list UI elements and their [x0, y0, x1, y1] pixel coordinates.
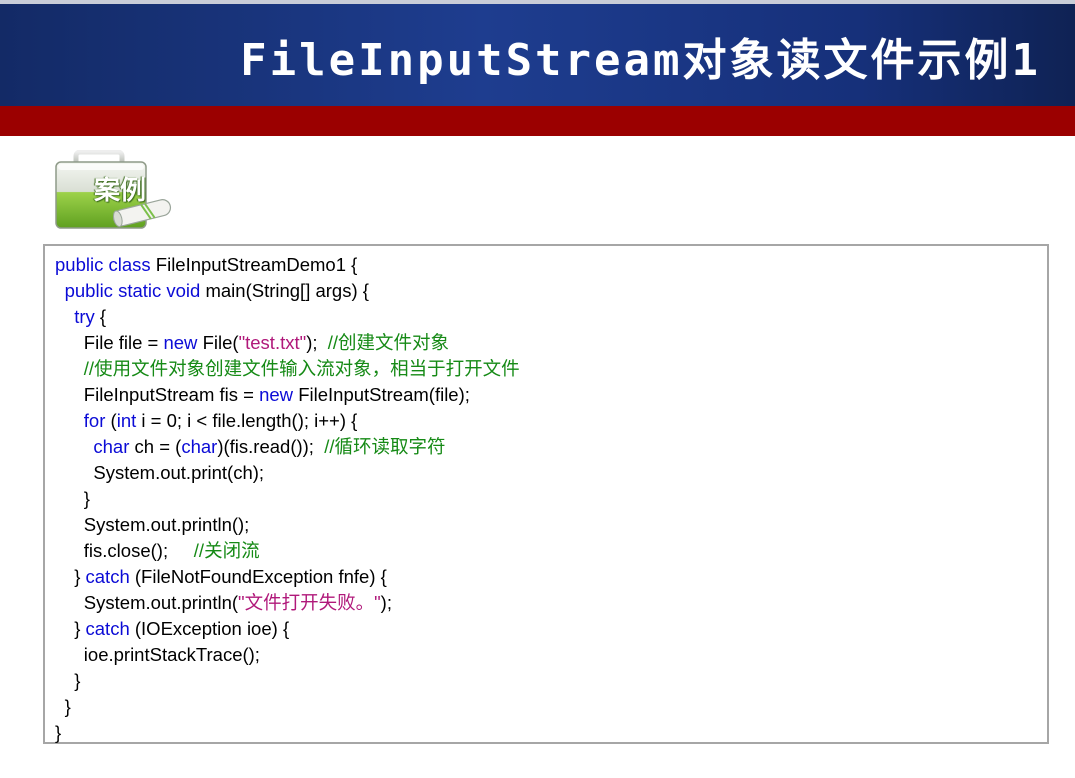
code-token-comment: //循环读取字符 — [324, 436, 446, 457]
case-badge-label: 案例 — [94, 176, 147, 206]
red-band — [0, 106, 1075, 136]
slide: FileInputStream对象读文件示例1 案例 public class … — [0, 0, 1075, 778]
code-line: } catch (FileNotFoundException fnfe) { — [55, 564, 520, 590]
code-token-plain: } — [74, 618, 86, 639]
code-line: //使用文件对象创建文件输入流对象，相当于打开文件 — [55, 356, 520, 382]
code-token-comment: //使用文件对象创建文件输入流对象，相当于打开文件 — [83, 358, 520, 379]
code-token-keyword: for — [83, 410, 106, 431]
code-token-plain: (FileNotFoundException fnfe) { — [129, 566, 387, 587]
code-token-plain: i = 0; i < file.length(); i++) { — [136, 410, 358, 431]
code-token-keyword: public class — [55, 254, 151, 275]
code-token-plain: System.out.print(ch); — [93, 462, 265, 483]
code-token-plain: main(String[] args) { — [200, 280, 369, 301]
code-token-comment: //创建文件对象 — [327, 332, 450, 353]
code-token-plain: System.out.println(); — [83, 514, 250, 535]
code-line: try { — [55, 304, 520, 330]
code-token-plain: } — [74, 670, 81, 691]
code-token-plain: FileInputStream(file); — [293, 384, 470, 405]
code-token-keyword: try — [74, 306, 95, 327]
code-token-string: "test.txt" — [238, 332, 307, 353]
code-line: ioe.printStackTrace(); — [55, 642, 520, 668]
code-token-keyword: catch — [85, 566, 130, 587]
code-line: char ch = (char)(fis.read()); //循环读取字符 — [55, 434, 520, 460]
code-line: fis.close(); //关闭流 — [55, 538, 520, 564]
code-line: for (int i = 0; i < file.length(); i++) … — [55, 408, 520, 434]
code-token-plain: ch = ( — [129, 436, 182, 457]
code-line: } — [55, 694, 520, 720]
code-token-keyword: catch — [85, 618, 130, 639]
code-line: } — [55, 668, 520, 694]
code-token-plain: ioe.printStackTrace(); — [83, 644, 260, 665]
title-bar: FileInputStream对象读文件示例1 — [0, 0, 1075, 106]
code-token-keyword: char — [93, 436, 130, 457]
code-line: } catch (IOException ioe) { — [55, 616, 520, 642]
code-token-plain: fis.close(); — [83, 540, 194, 561]
code-line: System.out.print(ch); — [55, 460, 520, 486]
code-token-keyword: public static void — [64, 280, 201, 301]
code-line: } — [55, 720, 520, 746]
code-token-keyword: new — [163, 332, 198, 353]
code-token-plain: FileInputStreamDemo1 { — [150, 254, 358, 275]
code-token-string: "文件打开失败。" — [238, 592, 381, 613]
code-token-plain: File( — [197, 332, 239, 353]
code-listing: public class FileInputStreamDemo1 {publi… — [55, 252, 520, 746]
code-line: } — [55, 486, 520, 512]
code-line: File file = new File("test.txt"); //创建文件… — [55, 330, 520, 356]
code-line: System.out.println(); — [55, 512, 520, 538]
code-line: public class FileInputStreamDemo1 { — [55, 252, 520, 278]
code-token-plain: ( — [105, 410, 117, 431]
slide-title: FileInputStream对象读文件示例1 — [240, 35, 1041, 86]
code-token-plain: )(fis.read()); — [217, 436, 325, 457]
code-token-plain: } — [64, 696, 71, 717]
code-token-plain: ); — [306, 332, 328, 353]
code-line: System.out.println("文件打开失败。"); — [55, 590, 520, 616]
code-token-plain: ); — [380, 592, 392, 613]
code-token-plain: File file = — [83, 332, 164, 353]
code-token-comment: //关闭流 — [193, 540, 260, 561]
code-token-plain: FileInputStream fis = — [83, 384, 260, 405]
code-token-plain: { — [94, 306, 107, 327]
code-token-keyword: int — [116, 410, 137, 431]
code-token-plain: } — [83, 488, 90, 509]
code-token-plain: System.out.println( — [83, 592, 239, 613]
code-token-keyword: char — [181, 436, 218, 457]
code-token-plain: } — [74, 566, 86, 587]
code-token-plain: } — [55, 722, 62, 743]
code-token-keyword: new — [259, 384, 294, 405]
code-line: FileInputStream fis = new FileInputStrea… — [55, 382, 520, 408]
code-token-plain: (IOException ioe) { — [129, 618, 290, 639]
code-line: public static void main(String[] args) { — [55, 278, 520, 304]
